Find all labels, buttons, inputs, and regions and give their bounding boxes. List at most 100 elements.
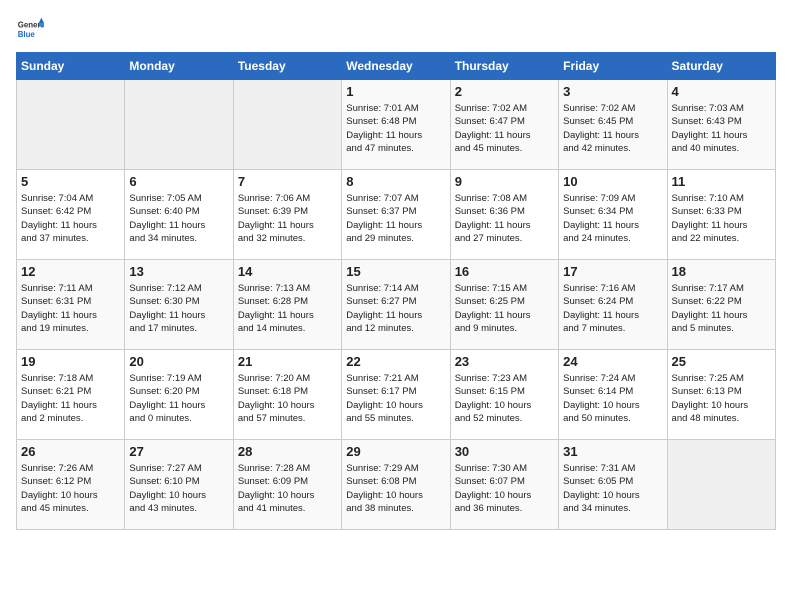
day-info: Sunrise: 7:10 AM Sunset: 6:33 PM Dayligh… [672,192,771,245]
day-info: Sunrise: 7:26 AM Sunset: 6:12 PM Dayligh… [21,462,120,515]
day-number: 30 [455,444,554,459]
day-number: 8 [346,174,445,189]
calendar-cell: 12 Sunrise: 7:11 AM Sunset: 6:31 PM Dayli… [17,260,125,350]
calendar-cell: 15 Sunrise: 7:14 AM Sunset: 6:27 PM Dayli… [342,260,450,350]
calendar-cell [125,80,233,170]
day-number: 4 [672,84,771,99]
calendar-cell: 17Sunrise: 7:16 AM Sunset: 6:24 PM Dayli… [559,260,667,350]
day-info: Sunrise: 7:11 AM Sunset: 6:31 PM Dayligh… [21,282,120,335]
day-number: 2 [455,84,554,99]
day-number: 3 [563,84,662,99]
calendar-cell: 14 Sunrise: 7:13 AM Sunset: 6:28 PM Dayli… [233,260,341,350]
day-info: Sunrise: 7:29 AM Sunset: 6:08 PM Dayligh… [346,462,445,515]
calendar-week-row: 19Sunrise: 7:18 AM Sunset: 6:21 PM Dayli… [17,350,776,440]
day-number: 22 [346,354,445,369]
day-number: 21 [238,354,337,369]
day-number: 16 [455,264,554,279]
day-info: Sunrise: 7:13 AM Sunset: 6:28 PM Dayligh… [238,282,337,335]
day-number: 11 [672,174,771,189]
calendar-table: SundayMondayTuesdayWednesdayThursdayFrid… [16,52,776,530]
page-header: General Blue [16,16,776,44]
calendar-cell: 5Sunrise: 7:04 AM Sunset: 6:42 PM Daylig… [17,170,125,260]
day-of-week-header: Monday [125,53,233,80]
calendar-cell: 18 Sunrise: 7:17 AM Sunset: 6:22 PM Dayli… [667,260,775,350]
day-info: Sunrise: 7:04 AM Sunset: 6:42 PM Dayligh… [21,192,120,245]
day-number: 14 [238,264,337,279]
calendar-cell: 30Sunrise: 7:30 AM Sunset: 6:07 PM Dayli… [450,440,558,530]
svg-text:Blue: Blue [18,30,36,39]
calendar-cell: 23 Sunrise: 7:23 AM Sunset: 6:15 PM Dayli… [450,350,558,440]
day-info: Sunrise: 7:24 AM Sunset: 6:14 PM Dayligh… [563,372,662,425]
logo-icon: General Blue [16,16,44,44]
day-of-week-header: Friday [559,53,667,80]
calendar-cell: 26 Sunrise: 7:26 AM Sunset: 6:12 PM Dayli… [17,440,125,530]
calendar-cell: 22 Sunrise: 7:21 AM Sunset: 6:17 PM Dayli… [342,350,450,440]
day-info: Sunrise: 7:15 AM Sunset: 6:25 PM Dayligh… [455,282,554,335]
day-number: 19 [21,354,120,369]
calendar-cell: 27Sunrise: 7:27 AM Sunset: 6:10 PM Dayli… [125,440,233,530]
calendar-cell: 24 Sunrise: 7:24 AM Sunset: 6:14 PM Dayli… [559,350,667,440]
calendar-week-row: 26 Sunrise: 7:26 AM Sunset: 6:12 PM Dayli… [17,440,776,530]
day-number: 28 [238,444,337,459]
day-info: Sunrise: 7:23 AM Sunset: 6:15 PM Dayligh… [455,372,554,425]
day-number: 20 [129,354,228,369]
day-number: 17 [563,264,662,279]
day-info: Sunrise: 7:19 AM Sunset: 6:20 PM Dayligh… [129,372,228,425]
day-number: 24 [563,354,662,369]
calendar-cell: 16 Sunrise: 7:15 AM Sunset: 6:25 PM Dayli… [450,260,558,350]
day-number: 9 [455,174,554,189]
day-number: 29 [346,444,445,459]
calendar-cell: 20 Sunrise: 7:19 AM Sunset: 6:20 PM Dayli… [125,350,233,440]
calendar-cell [233,80,341,170]
day-info: Sunrise: 7:21 AM Sunset: 6:17 PM Dayligh… [346,372,445,425]
day-info: Sunrise: 7:17 AM Sunset: 6:22 PM Dayligh… [672,282,771,335]
calendar-cell: 25Sunrise: 7:25 AM Sunset: 6:13 PM Dayli… [667,350,775,440]
day-info: Sunrise: 7:14 AM Sunset: 6:27 PM Dayligh… [346,282,445,335]
day-info: Sunrise: 7:31 AM Sunset: 6:05 PM Dayligh… [563,462,662,515]
day-number: 12 [21,264,120,279]
day-number: 31 [563,444,662,459]
day-number: 23 [455,354,554,369]
day-info: Sunrise: 7:28 AM Sunset: 6:09 PM Dayligh… [238,462,337,515]
calendar-cell [667,440,775,530]
day-info: Sunrise: 7:12 AM Sunset: 6:30 PM Dayligh… [129,282,228,335]
day-number: 10 [563,174,662,189]
day-info: Sunrise: 7:05 AM Sunset: 6:40 PM Dayligh… [129,192,228,245]
calendar-cell: 29 Sunrise: 7:29 AM Sunset: 6:08 PM Dayli… [342,440,450,530]
calendar-cell: 7 Sunrise: 7:06 AM Sunset: 6:39 PM Daylig… [233,170,341,260]
day-info: Sunrise: 7:07 AM Sunset: 6:37 PM Dayligh… [346,192,445,245]
day-of-week-header: Tuesday [233,53,341,80]
day-number: 7 [238,174,337,189]
calendar-header-row: SundayMondayTuesdayWednesdayThursdayFrid… [17,53,776,80]
calendar-week-row: 1Sunrise: 7:01 AM Sunset: 6:48 PM Daylig… [17,80,776,170]
day-info: Sunrise: 7:09 AM Sunset: 6:34 PM Dayligh… [563,192,662,245]
day-number: 26 [21,444,120,459]
day-of-week-header: Wednesday [342,53,450,80]
calendar-cell: 3 Sunrise: 7:02 AM Sunset: 6:45 PM Daylig… [559,80,667,170]
day-number: 18 [672,264,771,279]
day-of-week-header: Thursday [450,53,558,80]
day-info: Sunrise: 7:02 AM Sunset: 6:47 PM Dayligh… [455,102,554,155]
calendar-cell: 13 Sunrise: 7:12 AM Sunset: 6:30 PM Dayli… [125,260,233,350]
calendar-cell: 28 Sunrise: 7:28 AM Sunset: 6:09 PM Dayli… [233,440,341,530]
day-info: Sunrise: 7:02 AM Sunset: 6:45 PM Dayligh… [563,102,662,155]
calendar-cell: 1Sunrise: 7:01 AM Sunset: 6:48 PM Daylig… [342,80,450,170]
day-info: Sunrise: 7:03 AM Sunset: 6:43 PM Dayligh… [672,102,771,155]
logo: General Blue [16,16,48,44]
day-number: 15 [346,264,445,279]
calendar-week-row: 5Sunrise: 7:04 AM Sunset: 6:42 PM Daylig… [17,170,776,260]
day-number: 1 [346,84,445,99]
calendar-cell: 6Sunrise: 7:05 AM Sunset: 6:40 PM Daylig… [125,170,233,260]
calendar-week-row: 12 Sunrise: 7:11 AM Sunset: 6:31 PM Dayli… [17,260,776,350]
day-number: 25 [672,354,771,369]
calendar-cell: 8 Sunrise: 7:07 AM Sunset: 6:37 PM Daylig… [342,170,450,260]
calendar-cell [17,80,125,170]
calendar-cell: 4 Sunrise: 7:03 AM Sunset: 6:43 PM Daylig… [667,80,775,170]
day-number: 13 [129,264,228,279]
calendar-cell: 19Sunrise: 7:18 AM Sunset: 6:21 PM Dayli… [17,350,125,440]
day-info: Sunrise: 7:06 AM Sunset: 6:39 PM Dayligh… [238,192,337,245]
calendar-cell: 11 Sunrise: 7:10 AM Sunset: 6:33 PM Dayli… [667,170,775,260]
day-info: Sunrise: 7:20 AM Sunset: 6:18 PM Dayligh… [238,372,337,425]
day-of-week-header: Sunday [17,53,125,80]
day-info: Sunrise: 7:27 AM Sunset: 6:10 PM Dayligh… [129,462,228,515]
